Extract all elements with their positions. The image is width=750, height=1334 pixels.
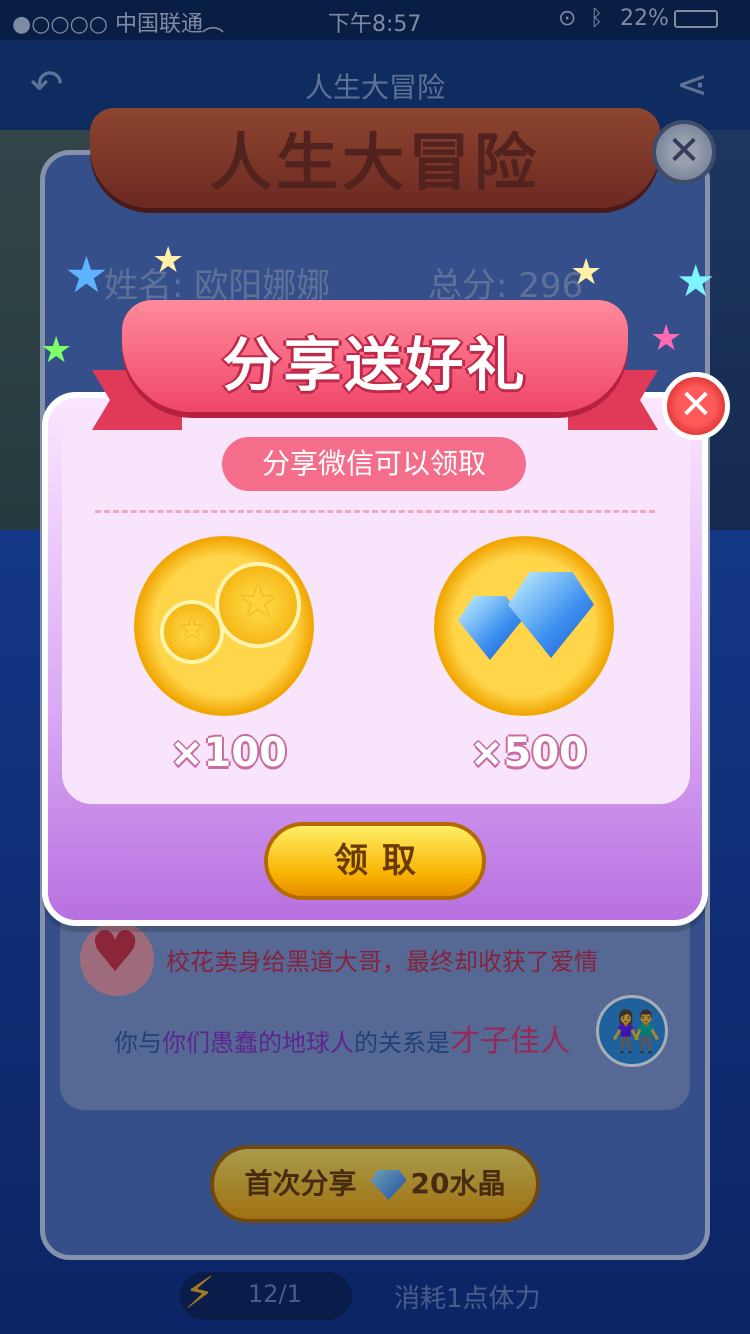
star-icon: ★	[152, 240, 185, 281]
coin-icon	[160, 600, 224, 664]
crystal-reward-badge	[434, 536, 614, 716]
share-gift-ribbon: 分享送好礼	[92, 300, 658, 438]
popup-title: 分享送好礼	[222, 331, 528, 399]
star-icon: ★	[64, 246, 109, 304]
dashed-divider	[95, 510, 655, 513]
popup-subtitle: 分享微信可以领取	[222, 437, 526, 491]
coin-icon	[215, 562, 301, 648]
star-icon: ★	[650, 318, 683, 359]
coin-quantity: ×100	[170, 730, 288, 776]
close-popup-icon[interactable]: ✕	[662, 372, 730, 440]
star-icon: ★	[40, 330, 73, 371]
crystal-quantity: ×500	[470, 730, 588, 776]
claim-button[interactable]: 领取	[264, 822, 486, 900]
star-icon: ★	[676, 256, 716, 307]
star-icon: ★	[570, 252, 603, 293]
